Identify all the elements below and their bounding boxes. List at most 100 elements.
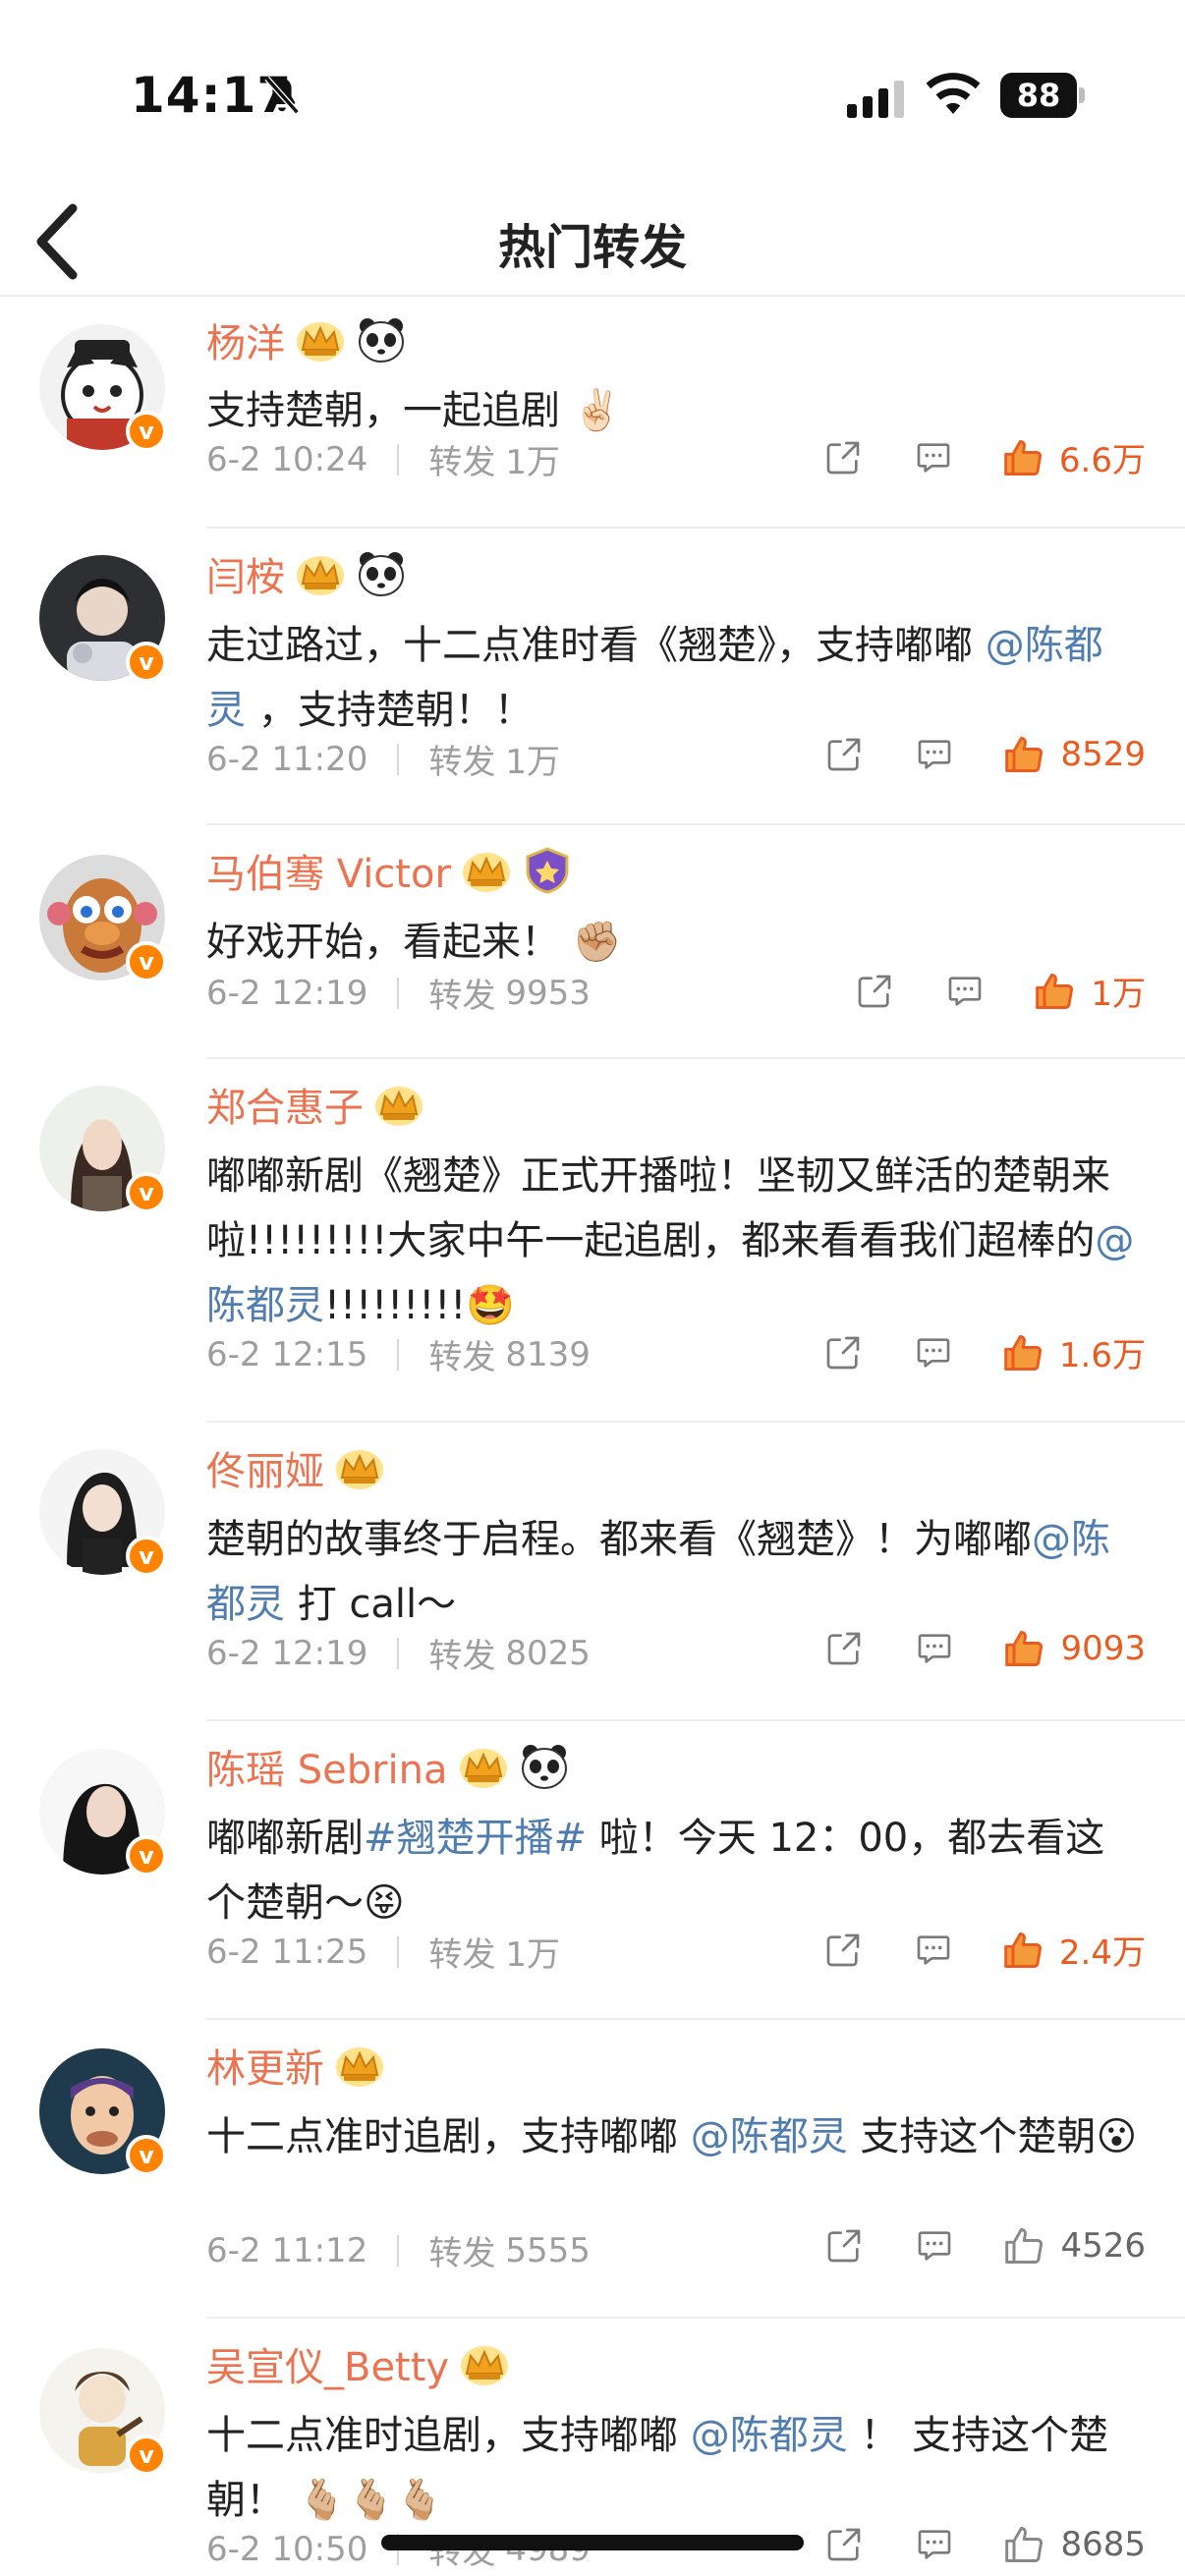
comment-icon[interactable] [915, 735, 954, 774]
comment-icon[interactable] [945, 972, 985, 1011]
like-button[interactable]: 8685 [1003, 2523, 1146, 2566]
separator [397, 443, 400, 476]
action-bar: 1万 [855, 967, 1146, 1015]
share-icon[interactable] [823, 1931, 863, 1970]
like-button[interactable]: 4526 [1003, 2224, 1146, 2268]
user-name-row: 佟丽娅 [206, 1440, 385, 1495]
separator [397, 2234, 400, 2267]
text-segment: 支持楚朝，一起追剧 [206, 388, 573, 433]
action-bar: 8529 [824, 733, 1146, 776]
repost-text: 楚朝的故事终于启程。都来看《翘楚》！为嘟嘟@陈都灵 打 call～ [206, 1507, 1140, 1637]
comment-icon[interactable] [915, 1629, 954, 1668]
share-icon[interactable] [855, 972, 894, 1011]
text-segment: ，支持楚朝！！ [246, 688, 534, 733]
share-icon[interactable] [823, 438, 863, 477]
cellular-signal-icon [847, 81, 904, 118]
user-name[interactable]: 林更新 [206, 2037, 324, 2094]
verified-badge-icon: v [126, 642, 167, 683]
separator [397, 1935, 400, 1968]
home-indicator [381, 2535, 804, 2550]
like-button[interactable]: 8529 [1003, 733, 1146, 776]
user-name[interactable]: 郑合惠子 [206, 1076, 364, 1133]
item-divider [206, 1057, 1185, 1059]
repost-count: 1万 [505, 743, 560, 782]
timestamp: 6-2 12:15 [206, 1334, 368, 1374]
share-icon[interactable] [824, 735, 864, 774]
timestamp: 6-2 10:24 [206, 439, 368, 479]
user-name-row: 马伯骞 Victor [206, 843, 573, 898]
share-icon[interactable] [824, 1629, 864, 1668]
verified-badge-icon: v [126, 411, 167, 452]
avatar[interactable]: v [39, 2048, 167, 2176]
user-name[interactable]: 陈瑶 Sebrina [206, 1738, 448, 1795]
shield-badge-icon [526, 847, 569, 894]
user-name[interactable]: 闫桉 [206, 545, 285, 602]
action-bar: 8685 [824, 2523, 1146, 2566]
emoji: 🤩 [466, 1283, 516, 1328]
avatar[interactable]: v [39, 324, 167, 452]
user-name[interactable]: 佟丽娅 [206, 1439, 324, 1496]
like-icon [1005, 737, 1044, 772]
repost-text: 好戏开始，看起来！ ✊🏼 [206, 910, 1140, 975]
like-button[interactable]: 9093 [1003, 1627, 1146, 1670]
user-name[interactable]: 吴宣仪_Betty [206, 2335, 449, 2392]
like-icon [1005, 2527, 1044, 2562]
crown-badge-icon [462, 853, 510, 892]
text-segment: 十二点准时追剧，支持嘟嘟 [206, 2413, 691, 2458]
repost-text: 十二点准时追剧，支持嘟嘟 @陈都灵 ！ 支持这个楚朝！ 🫰🏼🫰🏼🫰🏼 [206, 2403, 1140, 2533]
panda-badge-icon [521, 1745, 567, 1789]
battery-indicator: 88 [1000, 73, 1085, 118]
user-name[interactable]: 杨洋 [206, 311, 285, 368]
text-segment: 楚朝的故事终于启程。都来看《翘楚》！为嘟嘟 [206, 1517, 1032, 1562]
repost-text: 走过路过，十二点准时看《翘楚》，支持嘟嘟 @陈都灵 ，支持楚朝！！ [206, 613, 1140, 743]
avatar[interactable]: v [39, 1749, 167, 1876]
comment-icon[interactable] [914, 1333, 953, 1372]
timestamp: 6-2 12:19 [206, 973, 368, 1013]
share-icon[interactable] [824, 2226, 864, 2266]
separator [397, 1637, 400, 1669]
like-count: 9093 [1060, 1629, 1146, 1668]
share-icon[interactable] [823, 1333, 863, 1372]
avatar[interactable]: v [39, 1086, 167, 1213]
crown-badge-icon [459, 1749, 507, 1788]
meta-row: 6-2 12:19 转发 9953 [206, 969, 591, 1017]
avatar[interactable]: v [39, 1449, 167, 1577]
comment-icon[interactable] [914, 1931, 953, 1970]
meta-row: 6-2 11:25 转发 1万 [206, 1928, 560, 1976]
item-divider [206, 823, 1185, 825]
avatar[interactable]: v [39, 2348, 167, 2476]
avatar[interactable]: v [39, 555, 167, 683]
action-bar: 2.4万 [823, 1926, 1146, 1974]
panda-badge-icon [359, 318, 404, 363]
like-button[interactable]: 2.4万 [1002, 1926, 1146, 1974]
user-name-row: 吴宣仪_Betty [206, 2336, 510, 2391]
user-name[interactable]: 马伯骞 Victor [206, 842, 451, 899]
verified-badge-icon: v [126, 1835, 167, 1876]
verified-badge-icon: v [126, 941, 167, 982]
like-button[interactable]: 6.6万 [1002, 433, 1146, 481]
text-segment: !!!!!!!!! [324, 1283, 467, 1328]
battery-level: 88 [1000, 73, 1077, 118]
like-button[interactable]: 1万 [1034, 967, 1146, 1015]
repost-count: 1万 [505, 443, 560, 482]
mention-link[interactable]: #翘楚开播# [364, 1816, 587, 1861]
avatar[interactable]: v [39, 855, 167, 982]
separator [397, 977, 400, 1009]
meta-row: 6-2 11:12 转发 5555 [206, 2226, 591, 2274]
action-bar: 4526 [824, 2224, 1146, 2268]
crown-badge-icon [336, 1450, 383, 1489]
like-icon [1004, 1932, 1042, 1968]
separator [397, 1338, 400, 1371]
comment-icon[interactable] [915, 2525, 954, 2564]
comment-icon[interactable] [915, 2226, 954, 2266]
item-divider [206, 1719, 1185, 1721]
mention-link[interactable]: @陈都灵 [691, 2413, 848, 2458]
comment-icon[interactable] [914, 438, 953, 477]
timestamp: 6-2 10:50 [206, 2529, 368, 2569]
text-segment: 支持这个楚朝 [847, 2114, 1097, 2159]
share-icon[interactable] [824, 2525, 864, 2564]
crown-badge-icon [297, 322, 344, 362]
like-button[interactable]: 1.6万 [1002, 1328, 1146, 1376]
like-count: 1.6万 [1058, 1336, 1146, 1375]
mention-link[interactable]: @陈都灵 [691, 2114, 848, 2159]
